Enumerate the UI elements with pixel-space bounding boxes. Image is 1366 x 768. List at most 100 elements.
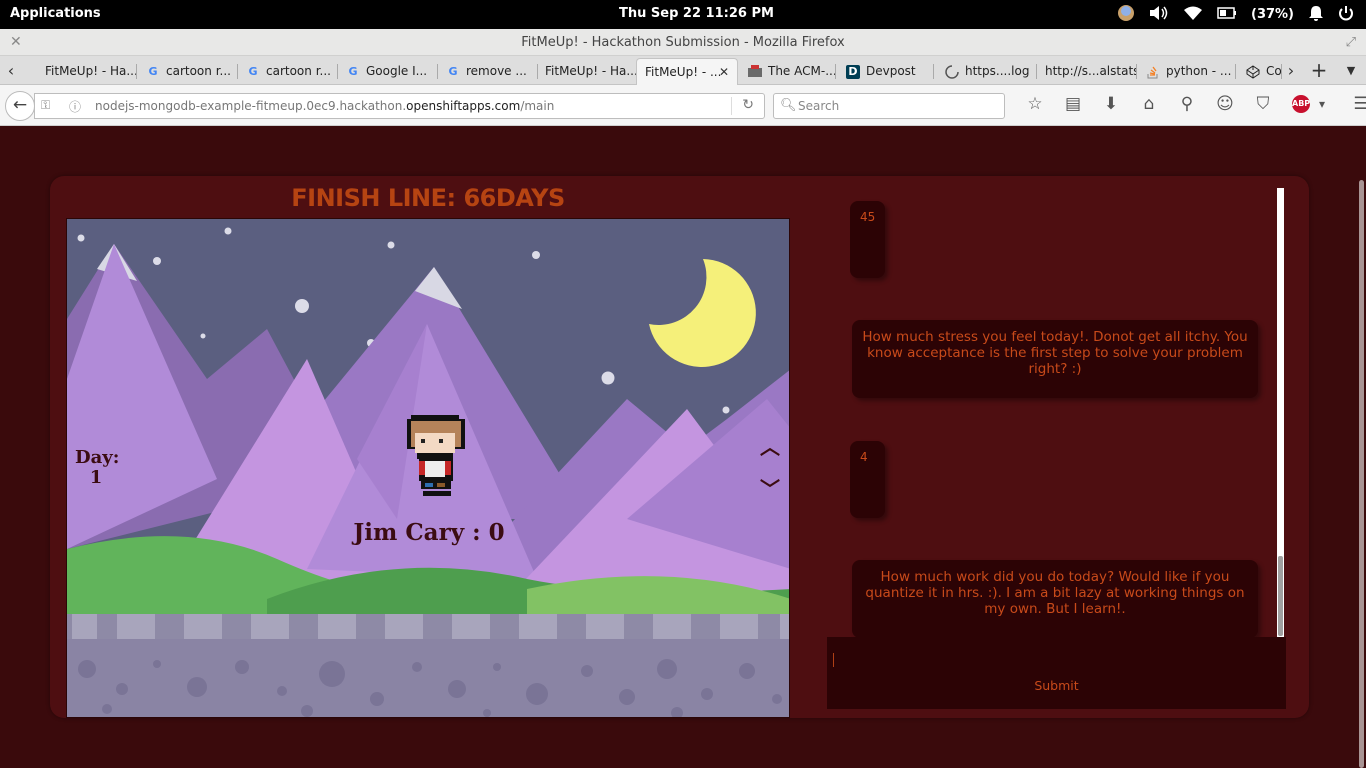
hamburger-menu-icon[interactable]: ☰ — [1342, 94, 1366, 114]
adblock-dropdown-icon[interactable]: ▾ — [1310, 97, 1334, 111]
reading-list-icon[interactable]: ▤ — [1054, 94, 1092, 114]
window-title: FitMeUp! - Hackathon Submission - Mozill… — [521, 35, 845, 50]
volume-icon[interactable] — [1149, 5, 1169, 25]
codepen-icon — [1246, 64, 1260, 79]
window-close-icon[interactable]: ✕ — [10, 29, 22, 56]
tab-label: FitMeUp! - ... — [645, 65, 722, 79]
bookmark-star-icon[interactable]: ☆ — [1016, 94, 1054, 114]
toolbar-icons: ☆ ▤ ⬇ ⌂ ⚲ ☺ ⛉ ABP ▾ ☰ — [1016, 94, 1366, 114]
tab-list-chevron-down-icon[interactable]: ▼ — [1340, 56, 1362, 85]
question-bubble: How much work did you do today? Would li… — [852, 560, 1258, 638]
tab[interactable]: Co — [1238, 58, 1282, 85]
question-bubble: How much stress you feel today!. Donot g… — [852, 320, 1258, 398]
tab-label: The ACM-... — [768, 64, 836, 78]
chat-scrollbar[interactable] — [1277, 188, 1284, 638]
chevron-up-icon[interactable]: ︿ — [758, 435, 782, 459]
url-text[interactable]: nodejs-mongodb-example-fitmeup.0ec9.hack… — [95, 99, 554, 113]
system-tray[interactable]: (37%) — [1117, 4, 1354, 25]
back-arrow-icon: ← — [12, 95, 28, 115]
day-counter: Day: 1 — [75, 447, 120, 488]
game-canvas: Day: 1 Jim Cary : 0 ︿ ﹀ — [66, 218, 790, 718]
finish-line-heading: FINISH LINE: 66DAYS — [291, 184, 565, 212]
url-bar[interactable]: ⚿ ⓘ nodejs-mongodb-example-fitmeup.0ec9.… — [34, 93, 765, 119]
key-icon[interactable]: ⚿ — [41, 98, 50, 113]
tab-label: Google I... — [366, 64, 428, 78]
tab-label: FitMeUp! - Ha... — [45, 64, 137, 78]
tab-label: Devpost — [866, 64, 916, 78]
search-icon: 🔍︎ — [780, 98, 797, 113]
tab[interactable]: FitMeUp! - Ha... — [37, 58, 137, 85]
tab[interactable]: https....log — [937, 58, 1037, 85]
info-icon[interactable]: ⓘ — [69, 98, 81, 115]
acm-icon — [748, 64, 762, 79]
day-value: 1 — [89, 467, 103, 488]
applications-menu[interactable]: Applications — [10, 6, 101, 21]
chat-history[interactable]: 45 How much stress you feel today!. Dono… — [850, 188, 1285, 638]
text-caret — [833, 653, 834, 667]
tab[interactable]: FitMeUp! - Ha... — [537, 58, 637, 85]
chat-scrollbar-thumb[interactable] — [1278, 556, 1283, 636]
day-label: Day: — [75, 447, 120, 468]
tab-label: http://s...alstats — [1045, 64, 1137, 78]
tab-close-icon[interactable]: ✕ — [719, 59, 729, 85]
tab[interactable]: G Google I... — [338, 58, 438, 85]
loading-icon — [945, 64, 959, 79]
system-top-bar: Applications Thu Sep 22 11:26 PM (37%) — [0, 0, 1366, 29]
answer-bubble: 4 — [850, 441, 885, 518]
reload-icon[interactable]: ↻ — [742, 97, 754, 113]
power-icon[interactable] — [1338, 5, 1354, 25]
new-tab-icon[interactable]: + — [1308, 56, 1330, 85]
tab[interactable]: D Devpost — [838, 58, 934, 85]
tab[interactable]: python - ... — [1138, 58, 1236, 85]
google-icon: G — [148, 64, 158, 78]
player-score: Jim Cary : 0 — [353, 519, 505, 546]
window-maximize-icon[interactable]: ⤢ — [1346, 29, 1356, 56]
tab-label: cartoon r... — [166, 64, 231, 78]
tab-label: python - ... — [1166, 64, 1232, 78]
notification-bell-icon[interactable] — [1308, 5, 1324, 25]
page-scrollbar-thumb[interactable] — [1359, 180, 1364, 768]
search-input[interactable]: 🔍︎ Search — [773, 93, 1005, 119]
pocket-icon[interactable]: ⛉ — [1244, 94, 1282, 114]
submit-button[interactable]: Submit — [827, 678, 1286, 693]
tab[interactable]: The ACM-... — [740, 58, 836, 85]
battery-icon[interactable] — [1217, 6, 1237, 24]
url-separator — [731, 97, 732, 115]
google-icon: G — [248, 64, 258, 78]
wifi-icon[interactable] — [1183, 5, 1203, 25]
google-icon: G — [348, 64, 358, 78]
pin-icon[interactable]: ⚲ — [1168, 94, 1206, 114]
tab-label: FitMeUp! - Ha... — [545, 64, 637, 78]
tab-scroll-right-icon[interactable]: › — [1280, 56, 1302, 85]
google-icon: G — [448, 64, 458, 78]
tab-active[interactable]: FitMeUp! - ... ✕ — [636, 58, 738, 85]
tab-label: remove ... — [466, 64, 527, 78]
devpost-icon: D — [846, 64, 860, 79]
home-icon[interactable]: ⌂ — [1130, 94, 1168, 114]
answer-input[interactable]: Submit — [827, 637, 1286, 709]
tab-scroll-left-icon[interactable]: ‹ — [0, 56, 22, 85]
answer-bubble: 45 — [850, 201, 885, 278]
chevron-down-icon[interactable]: ﹀ — [758, 477, 782, 501]
emoji-icon[interactable]: ☺ — [1206, 94, 1244, 114]
tab[interactable]: Gremove ... — [438, 58, 538, 85]
window-titlebar: ✕ FitMeUp! - Hackathon Submission - Mozi… — [0, 29, 1366, 56]
weather-icon[interactable] — [1117, 4, 1135, 26]
tab[interactable]: Gcartoon r... — [138, 58, 238, 85]
battery-percent: (37%) — [1251, 7, 1294, 22]
search-placeholder: Search — [798, 99, 840, 113]
tab-strip: ‹ FitMeUp! - Ha... Gcartoon r... Gcartoo… — [0, 56, 1366, 85]
night-mountain-scene — [67, 219, 789, 717]
downloads-icon[interactable]: ⬇ — [1092, 94, 1130, 114]
tab-label: https....log — [965, 64, 1030, 78]
tab[interactable]: Gcartoon r... — [238, 58, 338, 85]
tab-label: cartoon r... — [266, 64, 331, 78]
page-viewport: FINISH LINE: 66DAYS Day: 1 Jim Cary: 0 … — [0, 126, 1366, 768]
page-scrollbar[interactable] — [1356, 126, 1366, 768]
back-button[interactable]: ← — [5, 91, 35, 121]
tab[interactable]: http://s...alstats — [1037, 58, 1137, 85]
stackoverflow-icon — [1146, 65, 1160, 79]
navigation-toolbar: ⚿ ⓘ nodejs-mongodb-example-fitmeup.0ec9.… — [0, 85, 1366, 126]
system-clock[interactable]: Thu Sep 22 11:26 PM — [619, 6, 774, 21]
adblock-icon[interactable]: ABP — [1292, 95, 1310, 113]
